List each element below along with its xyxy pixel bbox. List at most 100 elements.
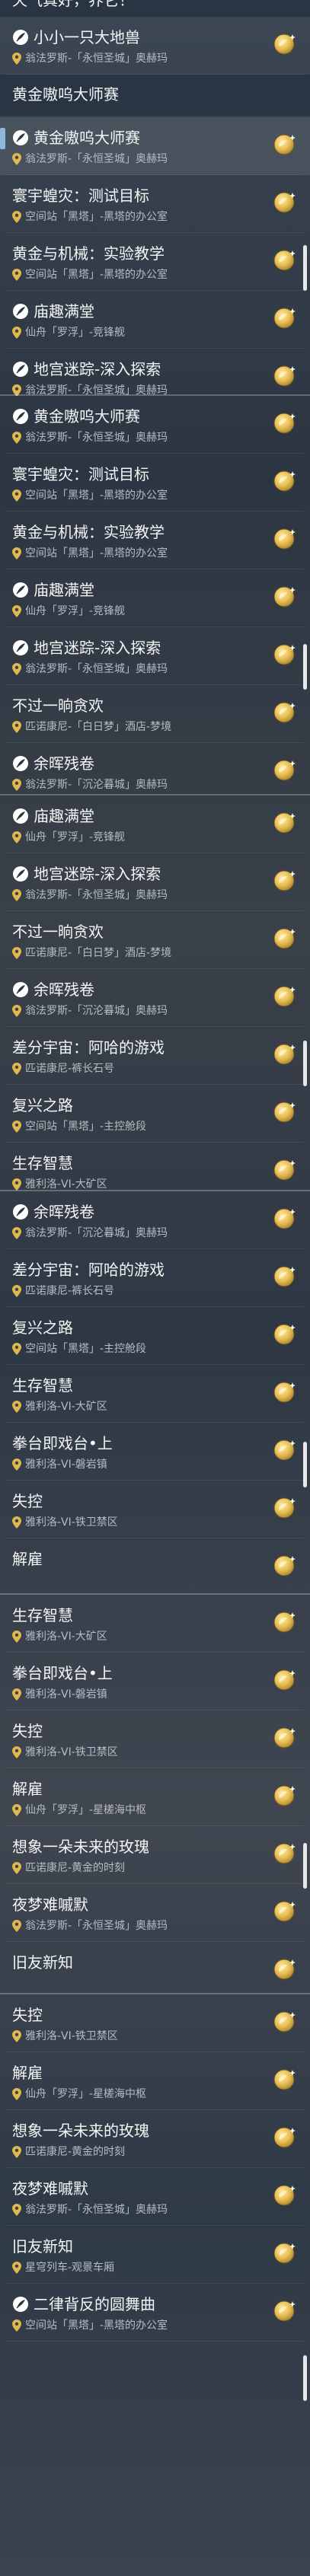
quest-list-item[interactable]: 寰宇蝗灾：测试目标 空间站「黑塔」-黑塔的办公室 (0, 175, 310, 233)
quest-list-item[interactable]: 失控 雅利洛-VI-铁卫禁区 (0, 1710, 310, 1768)
quest-location-row: 翁法罗斯-「沉沦暮城」奥赫玛 (12, 1004, 168, 1018)
quest-list-segment: 天气真好，养它！ 小小一只大地兽 翁法罗斯-「永恒圣城」奥赫玛 黄金嗷呜大师赛 黄金嗷呜… (0, 0, 310, 396)
quest-title-row: 黄金与机械：实验教学 (12, 522, 165, 542)
quest-list-item[interactable]: 地宫迷踪-深入探索 翁法罗斯-「永恒圣城」奥赫玛 (0, 627, 310, 685)
quest-list-item[interactable]: 不过一晌贪欢 匹诺康尼-「白日梦」酒店-梦境 (0, 911, 310, 969)
quest-list-item[interactable]: 余晖残卷 翁法罗斯-「沉沦暮城」奥赫玛 (0, 1191, 310, 1249)
quest-title-row: 小小一只大地兽 (12, 27, 140, 47)
quest-list-item[interactable]: 解雇 仙舟「罗浮」-星槎海中枢 (0, 2052, 310, 2110)
quest-list-item[interactable]: 夜梦难嘁默 翁法罗斯-「永恒圣城」奥赫玛 (0, 1884, 310, 1942)
location-pin-icon (12, 1227, 21, 1239)
quest-title: 庙趣满堂 (34, 581, 94, 599)
quest-list-item[interactable]: 地宫迷踪-深入探索 翁法罗斯-「永恒圣城」奥赫玛 (0, 349, 310, 396)
scrollbar-thumb[interactable] (303, 1843, 307, 1889)
quest-title: 失控 (12, 2006, 43, 2024)
quest-title: 庙趣满堂 (34, 807, 94, 825)
quest-list-item[interactable]: 地宫迷踪-深入探索 翁法罗斯-「永恒圣城」奥赫玛 (0, 853, 310, 911)
quest-list-item[interactable]: 黄金与机械：实验教学 空间站「黑塔」-黑塔的办公室 (0, 512, 310, 569)
quest-list-item[interactable]: 拳台即戏台•上 雅利洛-VI-磐岩镇 (0, 1423, 310, 1481)
quest-title-row: 解雇 (12, 1779, 43, 1799)
quest-list-item[interactable]: 复兴之路 空间站「黑塔」-主控舱段 (0, 1085, 310, 1143)
quest-list-item[interactable]: 拳台即戏台•上 雅利洛-VI-磐岩镇 (0, 1653, 310, 1710)
quest-feather-icon (13, 640, 28, 655)
gold-reward-badge-icon (273, 1324, 296, 1345)
quest-list-item[interactable]: 解雇 仙舟「罗浮」-星槎海中枢 (0, 1768, 310, 1826)
quest-title-row: 余晖残卷 (12, 1202, 94, 1222)
quest-list-item[interactable]: 小小一只大地兽 翁法罗斯-「永恒圣城」奥赫玛 (0, 17, 310, 75)
quest-location-row: 翁法罗斯-「永恒圣城」奥赫玛 (12, 431, 168, 445)
quest-location-row: 翁法罗斯-「永恒圣城」奥赫玛 (12, 662, 168, 676)
quest-location-row: 翁法罗斯-「沉沦暮城」奥赫玛 (12, 778, 168, 792)
gold-reward-badge-icon (273, 1727, 296, 1749)
category-header[interactable]: 黄金嗷呜大师赛 (0, 75, 310, 116)
quest-list-item[interactable]: 旧友新知 星穹列车-观景车厢 (0, 2226, 310, 2284)
quest-list-item[interactable]: 生存智慧 雅利洛-VI-大矿区 (0, 1595, 310, 1653)
quest-title: 复兴之路 (12, 1318, 73, 1337)
quest-list-item[interactable]: 失控 雅利洛-VI-铁卫禁区 (0, 1481, 310, 1538)
quest-list-item[interactable]: 差分宇宙：阿哈的游戏匹诺康尼-裤长石号 (0, 1027, 310, 1085)
quest-location-row: 雅利洛-VI-磐岩镇 (12, 1458, 107, 1471)
gold-reward-badge-icon (273, 928, 296, 949)
quest-location-row: 仙舟「罗浮」-竞锋舰 (12, 831, 125, 844)
quest-location-row: 匹诺康尼-黄金的时刻 (12, 1861, 125, 1875)
gold-reward-badge-icon (273, 2069, 296, 2090)
quest-location: 雅利洛-VI-磐岩镇 (25, 1688, 107, 1701)
quest-title: 生存智慧 (12, 1606, 73, 1624)
quest-list-item[interactable]: 想象一朵未来的玫瑰 匹诺康尼-黄金的时刻 (0, 2110, 310, 2168)
quest-list-item[interactable]: 复兴之路 空间站「黑塔」-主控舱段 (0, 1307, 310, 1365)
location-pin-icon (12, 2262, 21, 2274)
quest-list-item[interactable]: 庙趣满堂 仙舟「罗浮」-竞锋舰 (0, 291, 310, 349)
quest-title: 黄金与机械：实验教学 (12, 523, 165, 541)
screenshot-divider (0, 1190, 310, 1191)
quest-list-item[interactable]: 庙趣满堂仙舟「罗浮」-竞锋舰 (0, 795, 310, 853)
quest-title: 夜梦难嘁默 (12, 1895, 88, 1914)
quest-list-item[interactable]: 黄金与机械：实验教学 空间站「黑塔」-黑塔的办公室 (0, 233, 310, 291)
scrollbar-thumb[interactable] (303, 1041, 307, 1086)
quest-list-item[interactable]: 二律背反的圆舞曲 空间站「黑塔」-黑塔的办公室 (0, 2284, 310, 2342)
quest-list-item[interactable]: 夜梦难嘁默 翁法罗斯-「永恒圣城」奥赫玛 (0, 2168, 310, 2226)
scrollbar-thumb[interactable] (303, 644, 307, 690)
quest-list-item[interactable]: 黄金嗷呜大师赛 翁法罗斯-「永恒圣城」奥赫玛 (0, 117, 310, 175)
quest-title-row: 差分宇宙：阿哈的游戏 (12, 1038, 165, 1057)
quest-location-row: 空间站「黑塔」-黑塔的办公室 (12, 489, 168, 502)
quest-list-item[interactable]: 失控 雅利洛-VI-铁卫禁区 (0, 1994, 310, 2052)
location-pin-icon (12, 2146, 21, 2158)
quest-list-item[interactable]: 寰宇蝗灾：测试目标 空间站「黑塔」-黑塔的办公室 (0, 454, 310, 512)
quest-list-item[interactable]: 解雇 (0, 1538, 310, 1595)
category-header-partial[interactable]: 天气真好，养它！ (0, 0, 310, 17)
quest-location: 翁法罗斯-「沉沦暮城」奥赫玛 (25, 779, 168, 791)
gold-reward-badge-icon (273, 1101, 296, 1123)
location-pin-icon (12, 2319, 21, 2332)
quest-list-item[interactable]: 不过一晌贪欢 匹诺康尼-「白日梦」酒店-梦境 (0, 685, 310, 743)
quest-list-item[interactable]: 黄金嗷呜大师赛 翁法罗斯-「永恒圣城」奥赫玛 (0, 396, 310, 454)
quest-list-item[interactable]: 余晖残卷翁法罗斯-「沉沦暮城」奥赫玛 (0, 743, 310, 795)
quest-list-item[interactable]: 庙趣满堂 仙舟「罗浮」-竞锋舰 (0, 569, 310, 627)
quest-title-row: 庙趣满堂 (12, 580, 94, 600)
quest-list-item[interactable]: 生存智慧 雅利洛-VI-大矿区 (0, 1143, 310, 1191)
quest-title: 余晖残卷 (34, 754, 94, 773)
scrollbar-thumb[interactable] (303, 2355, 307, 2401)
gold-reward-badge-icon (273, 760, 296, 781)
quest-list-item[interactable]: 想象一朵未来的玫瑰 匹诺康尼-黄金的时刻 (0, 1826, 310, 1884)
gold-reward-badge-icon (273, 1901, 296, 1922)
gold-reward-badge-icon (273, 1497, 296, 1519)
quest-title: 复兴之路 (12, 1096, 73, 1114)
quest-title: 失控 (12, 1722, 43, 1740)
quest-list-segment: 庙趣满堂仙舟「罗浮」-竞锋舰地宫迷踪-深入探索 翁法罗斯-「永恒圣城」奥赫玛 不过一… (0, 795, 310, 1191)
quest-location-row: 匹诺康尼-裤长石号 (12, 1284, 114, 1298)
quest-location: 翁法罗斯-「永恒圣城」奥赫玛 (25, 2204, 168, 2216)
location-pin-icon (12, 889, 21, 901)
quest-location: 翁法罗斯-「沉沦暮城」奥赫玛 (25, 1005, 168, 1017)
quest-location-row: 雅利洛-VI-大矿区 (12, 1400, 107, 1414)
quest-title-row: 差分宇宙：阿哈的游戏 (12, 1260, 165, 1280)
scrollbar-thumb[interactable] (303, 1442, 307, 1487)
quest-list-item[interactable]: 差分宇宙：阿哈的游戏匹诺康尼-裤长石号 (0, 1249, 310, 1307)
location-pin-icon (12, 663, 21, 675)
quest-location-row: 匹诺康尼-裤长石号 (12, 1062, 114, 1076)
quest-list-item[interactable]: 余晖残卷 翁法罗斯-「沉沦暮城」奥赫玛 (0, 969, 310, 1027)
quest-location: 雅利洛-VI-铁卫禁区 (25, 1516, 118, 1529)
quest-list-item[interactable]: 生存智慧 雅利洛-VI-大矿区 (0, 1365, 310, 1423)
scrollbar-thumb[interactable] (303, 245, 307, 291)
location-pin-icon (12, 1285, 21, 1297)
quest-list-item[interactable]: 旧友新知 (0, 1942, 310, 1994)
